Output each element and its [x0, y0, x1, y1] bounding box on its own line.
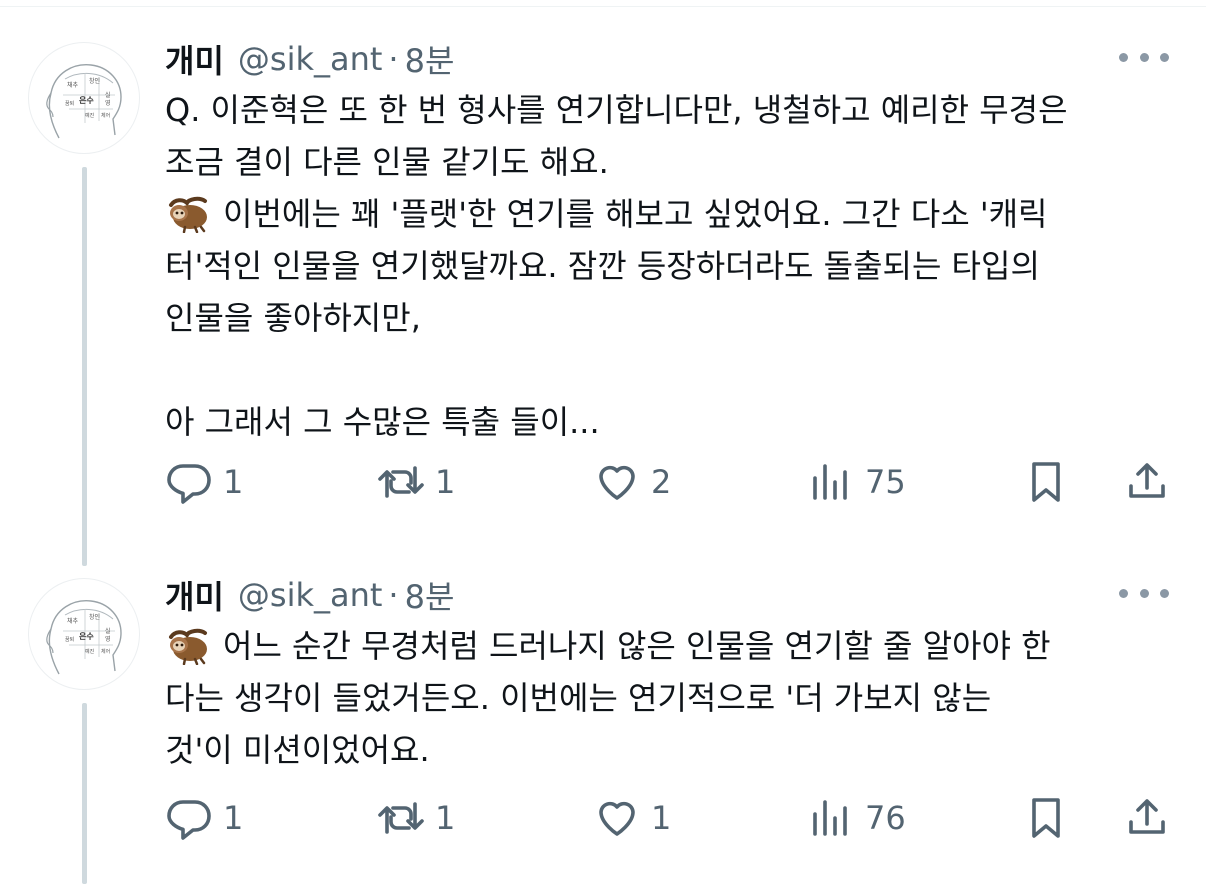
sloth-emoji — [169, 196, 207, 233]
retweet-icon — [378, 466, 424, 498]
retweet-button[interactable]: 1 — [377, 790, 455, 846]
reply-count: 1 — [223, 463, 244, 501]
svg-text:영: 영 — [105, 635, 111, 643]
svg-text:창인: 창인 — [89, 77, 100, 85]
heart-icon — [599, 465, 635, 500]
like-button[interactable]: 1 — [593, 790, 671, 846]
reply-count: 1 — [223, 799, 244, 837]
text-line: 다는 생각이 들었거든오. 이번에는 연기적으로 '더 가보지 않는 — [165, 679, 992, 717]
retweet-icon — [378, 802, 424, 834]
svg-text:은수: 은수 — [79, 96, 94, 105]
timestamp[interactable]: 8분 — [405, 36, 455, 82]
svg-text:은수: 은수 — [79, 632, 94, 641]
retweet-button[interactable]: 1 — [377, 454, 455, 510]
bookmark-button[interactable] — [1022, 454, 1070, 510]
action-bar: 1 1 2 75 — [165, 454, 1185, 510]
svg-text:창인: 창인 — [89, 613, 100, 621]
author-handle[interactable]: @sik_ant — [238, 576, 383, 614]
tweet-content: 개미 @sik_ant · 8분 어느 순간 무경처럼 드러나지 않은 인물을 … — [165, 572, 1185, 776]
svg-text:영: 영 — [105, 99, 111, 107]
tweet-header: 개미 @sik_ant · 8분 — [165, 36, 1185, 82]
author-name[interactable]: 개미 — [165, 572, 224, 618]
text-line: 아 그래서 그 수많은 특출 들이... — [165, 403, 600, 441]
text-line — [165, 344, 1185, 396]
retweet-count: 1 — [435, 463, 456, 501]
text-line: 이번에는 꽤 '플랫'한 연기를 해보고 싶었어요. 그간 다소 '캐릭 — [165, 188, 1185, 240]
text-line: 어느 순간 무경처럼 드러나지 않은 인물을 연기할 줄 알아야 한 — [165, 620, 1185, 672]
more-options-icon[interactable] — [1119, 42, 1169, 72]
svg-text:실: 실 — [105, 627, 111, 635]
reply-button[interactable]: 1 — [165, 790, 243, 846]
text-line-content: 이번에는 꽤 '플랫'한 연기를 해보고 싶었어요. 그간 다소 '캐릭 — [223, 195, 1048, 233]
reply-button[interactable]: 1 — [165, 454, 243, 510]
views-icon — [813, 464, 847, 500]
views-icon — [813, 800, 847, 836]
text-line: 인물을 좋아하지만, — [165, 299, 421, 337]
svg-text:예진: 예진 — [85, 648, 95, 655]
like-button[interactable]: 2 — [593, 454, 671, 510]
reply-icon — [167, 464, 211, 504]
share-button[interactable] — [1123, 454, 1171, 510]
share-button[interactable] — [1123, 790, 1171, 846]
svg-text:꿈퇴: 꿈퇴 — [65, 100, 74, 107]
like-count: 1 — [651, 799, 672, 837]
bookmark-icon — [1032, 798, 1060, 838]
share-icon — [1129, 799, 1165, 834]
text-line-content: 어느 순간 무경처럼 드러나지 않은 인물을 연기할 줄 알아야 한 — [223, 627, 1051, 665]
svg-text:체어: 체어 — [101, 648, 110, 655]
text-line: 터'적인 인물을 연기했달까요. 잠깐 등장하더라도 돌출되는 타입의 — [165, 247, 1040, 285]
author-handle[interactable]: @sik_ant — [238, 40, 383, 78]
thread-line — [82, 167, 87, 566]
view-count: 75 — [865, 463, 906, 501]
svg-text:채추: 채추 — [67, 617, 79, 625]
author-name[interactable]: 개미 — [165, 36, 224, 82]
tweet-text: Q. 이준혁은 또 한 번 형사를 연기합니다만, 냉철하고 예리한 무경은조금… — [165, 84, 1185, 448]
tweet-text: 어느 순간 무경처럼 드러나지 않은 인물을 연기할 줄 알아야 한다는 생각이… — [165, 620, 1185, 776]
like-count: 2 — [651, 463, 672, 501]
avatar[interactable]: 채추 창인 은수 실 영 꿈퇴 예진 체어 — [28, 42, 140, 154]
text-line: Q. 이준혁은 또 한 번 형사를 연기합니다만, 냉철하고 예리한 무경은 — [165, 91, 1068, 129]
svg-text:채추: 채추 — [67, 81, 79, 89]
heart-icon — [599, 801, 635, 836]
views-button[interactable]: 76 — [807, 790, 906, 846]
bookmark-button[interactable] — [1022, 790, 1070, 846]
bookmark-icon — [1032, 462, 1060, 502]
top-divider — [0, 6, 1206, 7]
tweet[interactable]: 채추 창인 은수 실 영 꿈퇴 예진 체어 개미 @sik_ant · 8분 Q… — [0, 36, 1206, 566]
tweet-header: 개미 @sik_ant · 8분 — [165, 572, 1185, 618]
view-count: 76 — [865, 799, 906, 837]
retweet-count: 1 — [435, 799, 456, 837]
svg-text:꿈퇴: 꿈퇴 — [65, 636, 74, 643]
timestamp[interactable]: 8분 — [405, 572, 455, 618]
action-bar: 1 1 1 76 — [165, 790, 1185, 846]
separator-dot: · — [388, 576, 399, 614]
svg-text:체어: 체어 — [101, 112, 110, 119]
sloth-emoji — [169, 628, 207, 665]
avatar[interactable]: 채추 창인 은수 실 영 꿈퇴 예진 체어 — [28, 578, 140, 690]
share-icon — [1129, 463, 1165, 498]
tweet[interactable]: 채추 창인 은수 실 영 꿈퇴 예진 체어 개미 @sik_ant · 8분 어… — [0, 572, 1206, 884]
text-line: 조금 결이 다른 인물 같기도 해요. — [165, 143, 609, 181]
svg-text:예진: 예진 — [85, 112, 95, 119]
separator-dot: · — [388, 40, 399, 78]
reply-icon — [167, 800, 211, 840]
more-options-icon[interactable] — [1119, 578, 1169, 608]
tweet-content: 개미 @sik_ant · 8분 Q. 이준혁은 또 한 번 형사를 연기합니다… — [165, 36, 1185, 448]
views-button[interactable]: 75 — [807, 454, 906, 510]
svg-text:실: 실 — [105, 91, 111, 99]
text-line: 것'이 미션이었어요. — [165, 731, 430, 769]
thread-line — [82, 703, 87, 884]
